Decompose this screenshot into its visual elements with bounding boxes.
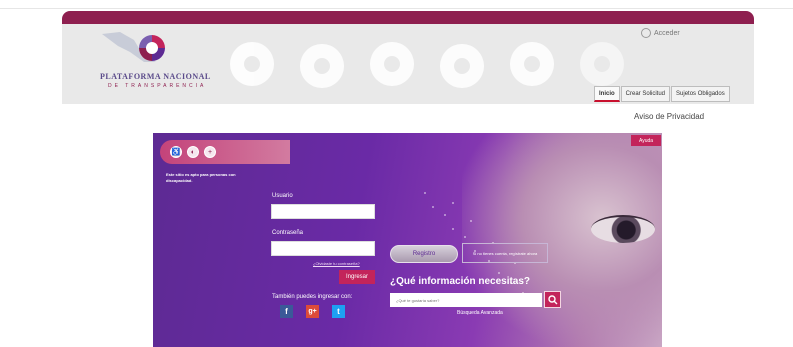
also-login-label: También puedes ingresar con:: [272, 294, 353, 300]
accessibility-icon[interactable]: ♿: [170, 146, 182, 158]
tab-sujetos-obligados[interactable]: Sujetos Obligados: [671, 86, 730, 102]
usuario-input[interactable]: [271, 204, 375, 219]
top-divider: [0, 8, 793, 9]
accessibility-bar: ♿ ◐ +: [160, 140, 290, 164]
ingresar-button[interactable]: Ingresar: [339, 270, 375, 284]
search-input[interactable]: [390, 293, 542, 307]
main-tabs: Inicio Crear Solicitud Sujetos Obligados: [594, 86, 730, 102]
acceder-label: Acceder: [654, 29, 680, 37]
contrasena-label: Contraseña: [272, 230, 304, 236]
logo-subtitle: DE TRANSPARENCIA: [108, 83, 207, 89]
logo-title: PLATAFORMA NACIONAL: [100, 72, 211, 81]
ayuda-button[interactable]: Ayuda: [631, 135, 661, 146]
registro-button[interactable]: Registro: [390, 245, 458, 263]
twitter-icon[interactable]: t: [332, 305, 345, 318]
facebook-icon[interactable]: f: [280, 305, 293, 318]
usuario-label: Usuario: [272, 193, 293, 199]
acceder-link[interactable]: Acceder: [641, 28, 680, 38]
user-icon: [641, 28, 651, 38]
zoom-icon[interactable]: +: [204, 146, 216, 158]
search-button[interactable]: [544, 291, 561, 308]
search-icon: [547, 294, 557, 304]
tab-crear-solicitud[interactable]: Crear Solicitud: [620, 86, 671, 102]
google-plus-icon[interactable]: g+: [306, 305, 319, 318]
map-dots: [424, 192, 538, 304]
contrast-icon[interactable]: ◐: [187, 146, 199, 158]
question-heading: ¿Qué información necesitas?: [390, 276, 531, 287]
contrasena-input[interactable]: [271, 241, 375, 256]
tab-inicio[interactable]: Inicio: [594, 86, 620, 102]
brand-top-bar: [62, 11, 754, 24]
accessibility-note: Este sitio es apto para personas con dis…: [166, 172, 236, 183]
no-cuenta-note[interactable]: Si no tienes cuenta, regístrate ahora: [462, 243, 548, 263]
forgot-password-link[interactable]: ¿Olvidaste tu contraseña?: [313, 261, 360, 266]
login-panel: [153, 133, 662, 347]
eye-image: [591, 215, 655, 243]
aviso-privacidad-link[interactable]: Aviso de Privacidad: [634, 112, 704, 121]
logo-icon: [102, 32, 165, 62]
advanced-search-link[interactable]: Búsqueda Avanzada: [457, 310, 503, 316]
